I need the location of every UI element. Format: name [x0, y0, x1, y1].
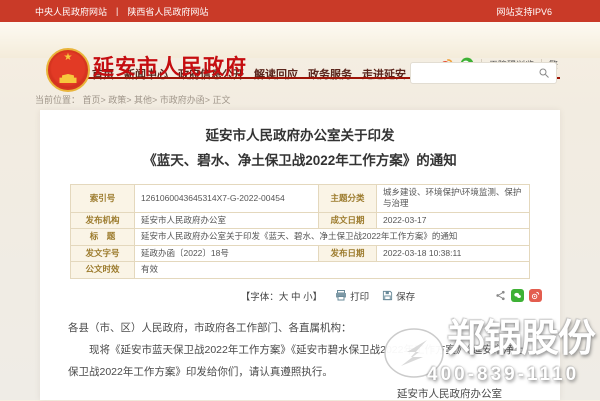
meta-label-doc-number: 发文字号 — [71, 245, 135, 261]
table-row: 公文时效 有效 — [71, 262, 530, 278]
document-meta-table: 索引号 1261060043645314X7-G-2022-00454 主题分类… — [70, 184, 530, 279]
ipv6-support-label: 网站支持IPV6 — [496, 5, 552, 18]
meta-label-validity: 公文时效 — [71, 262, 135, 278]
nav-item-services[interactable]: 政务服务 — [308, 66, 352, 82]
emblem-star-icon: ★ — [64, 53, 73, 63]
meta-value-publish-date: 2022-03-18 10:38:11 — [377, 245, 530, 261]
top-gov-bar: 中央人民政府网站 | 陕西省人民政府网站 网站支持IPV6 — [0, 0, 600, 22]
meta-label-title: 标 题 — [71, 229, 135, 245]
share-weibo-icon[interactable] — [529, 289, 542, 302]
save-icon — [382, 290, 393, 301]
central-gov-link[interactable]: 中央人民政府网站 — [35, 5, 107, 18]
meta-value-doc-number: 延政办函〔2022〕18号 — [135, 245, 319, 261]
table-row: 发文字号 延政办函〔2022〕18号 发布日期 2022-03-18 10:38… — [71, 245, 530, 261]
printer-icon — [335, 290, 347, 301]
meta-value-issuer: 延安市人民政府办公室 — [135, 212, 319, 228]
meta-label-publish-date: 发布日期 — [319, 245, 377, 261]
save-button[interactable]: 保存 — [382, 289, 415, 303]
search-icon[interactable] — [538, 67, 556, 79]
article-card: 延安市人民政府办公室关于印发 《蓝天、碧水、净土保卫战2022年工作方案》的通知… — [40, 110, 560, 400]
font-size-prefix: 【字体： — [241, 292, 279, 303]
share-icon[interactable] — [495, 290, 506, 301]
topbar-divider: | — [116, 6, 118, 16]
document-title-line1: 延安市人民政府办公室关于印发 — [40, 123, 560, 148]
meta-value-written-date: 2022-03-17 — [377, 212, 530, 228]
meta-value-index: 1261060043645314X7-G-2022-00454 — [135, 185, 319, 213]
meta-label-issuer: 发布机构 — [71, 212, 135, 228]
nav-item-about-yanan[interactable]: 走进延安 — [362, 66, 406, 82]
meta-label-topic: 主题分类 — [319, 185, 377, 213]
document-body: 各县（市、区）人民政府，市政府各工作部门、各直属机构： 现将《延安市蓝天保卫战2… — [68, 317, 532, 383]
salutation-line: 各县（市、区）人民政府，市政府各工作部门、各直属机构： — [68, 317, 532, 339]
font-size-medium-button[interactable]: 中 — [291, 292, 301, 303]
meta-value-title: 延安市人民政府办公室关于印发《蓝天、碧水、净土保卫战2022年工作方案》的通知 — [135, 229, 530, 245]
breadcrumb-path[interactable]: 首页> 政策> 其他> 市政府办函> 正文 — [83, 95, 231, 105]
site-title: 延安市人民政府 — [93, 51, 247, 81]
search-box — [410, 62, 557, 84]
nav-item-interpretation[interactable]: 解读回应 — [254, 66, 298, 82]
font-size-small-button[interactable]: 小 — [303, 292, 313, 303]
breadcrumb: 当前位置： 首页> 政策> 其他> 市政府办函> 正文 — [35, 93, 231, 106]
font-size-large-button[interactable]: 大 — [279, 292, 289, 303]
meta-label-written-date: 成文日期 — [319, 212, 377, 228]
national-emblem-logo: ★ — [46, 48, 90, 92]
table-row: 发布机构 延安市人民政府办公室 成文日期 2022-03-17 — [71, 212, 530, 228]
document-title-line2: 《蓝天、碧水、净土保卫战2022年工作方案》的通知 — [40, 148, 560, 173]
meta-value-validity: 有效 — [135, 262, 530, 278]
breadcrumb-label: 当前位置： — [35, 95, 80, 105]
table-row: 索引号 1261060043645314X7-G-2022-00454 主题分类… — [71, 185, 530, 213]
site-header: ★ 延安市人民政府 无障碍浏览 繁 — [0, 22, 600, 58]
meta-value-topic: 城乡建设、环境保护\环境监测、保护与治理 — [377, 185, 530, 213]
table-row: 标 题 延安市人民政府办公室关于印发《蓝天、碧水、净土保卫战2022年工作方案》… — [71, 229, 530, 245]
body-paragraph: 现将《延安市蓝天保卫战2022年工作方案》《延安市碧水保卫战2022年工作方案》… — [68, 339, 532, 383]
font-size-suffix: 】 — [313, 292, 323, 303]
shaanxi-gov-link[interactable]: 陕西省人民政府网站 — [127, 5, 208, 18]
save-button-label: 保存 — [396, 289, 415, 303]
print-button-label: 打印 — [350, 289, 369, 303]
signature-line: 延安市人民政府办公室 — [40, 386, 560, 401]
share-wechat-icon[interactable] — [511, 289, 524, 302]
font-size-control: 【字体：大 中 小】 — [241, 289, 322, 303]
article-toolbar: 【字体：大 中 小】 打印 保存 — [40, 288, 560, 304]
emblem-gate-icon — [60, 74, 77, 83]
print-button[interactable]: 打印 — [335, 289, 369, 303]
search-input[interactable] — [411, 68, 538, 79]
meta-label-index: 索引号 — [71, 185, 135, 213]
